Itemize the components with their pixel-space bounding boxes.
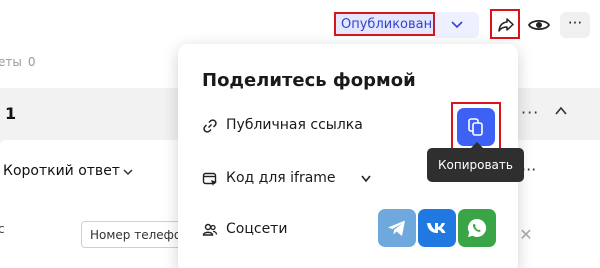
share-popup: Поделитесь формой Публичная ссылка Копир… (178, 44, 524, 268)
publish-status-dropdown[interactable] (435, 12, 479, 38)
preview-eye-icon[interactable] (527, 13, 551, 37)
link-icon (203, 119, 217, 133)
answers-count: 0 (27, 55, 36, 69)
vk-share-button[interactable] (418, 209, 456, 247)
answers-label: еты (0, 55, 22, 69)
telegram-icon (388, 220, 405, 236)
popup-title: Поделитесь формой (202, 70, 416, 91)
publish-status-button[interactable]: Опубликована (334, 12, 440, 36)
whatsapp-icon (467, 218, 487, 237)
share-icon (498, 18, 514, 32)
answers-tab[interactable]: еты 0 (0, 55, 36, 69)
whatsapp-share-button[interactable] (458, 209, 496, 247)
iframe-code-label: Код для iframe (226, 170, 336, 186)
question-more-button[interactable]: ··· (521, 103, 539, 122)
people-icon (202, 223, 218, 236)
question-number: 1 (5, 104, 17, 123)
vk-icon (427, 223, 446, 233)
copy-icon (468, 118, 483, 136)
share-button[interactable] (490, 9, 520, 39)
field-label: с (0, 222, 5, 236)
close-icon[interactable]: ✕ (515, 225, 537, 247)
chevron-up-icon[interactable] (554, 104, 568, 118)
chevron-down-icon (451, 21, 463, 29)
copy-link-button-bg (457, 108, 495, 146)
iframe-code-icon (202, 172, 217, 186)
copy-tooltip: Копировать (427, 142, 524, 182)
chevron-down-icon (361, 175, 371, 183)
more-options-button[interactable]: ··· (560, 12, 590, 38)
telegram-share-button[interactable] (378, 209, 416, 247)
phone-input[interactable]: Номер телефо (81, 221, 191, 248)
question-type-select[interactable]: Короткий ответ (3, 163, 120, 179)
chevron-down-icon[interactable] (122, 166, 134, 178)
public-link-label: Публичная ссылка (226, 117, 363, 133)
social-label: Соцсети (226, 221, 288, 237)
